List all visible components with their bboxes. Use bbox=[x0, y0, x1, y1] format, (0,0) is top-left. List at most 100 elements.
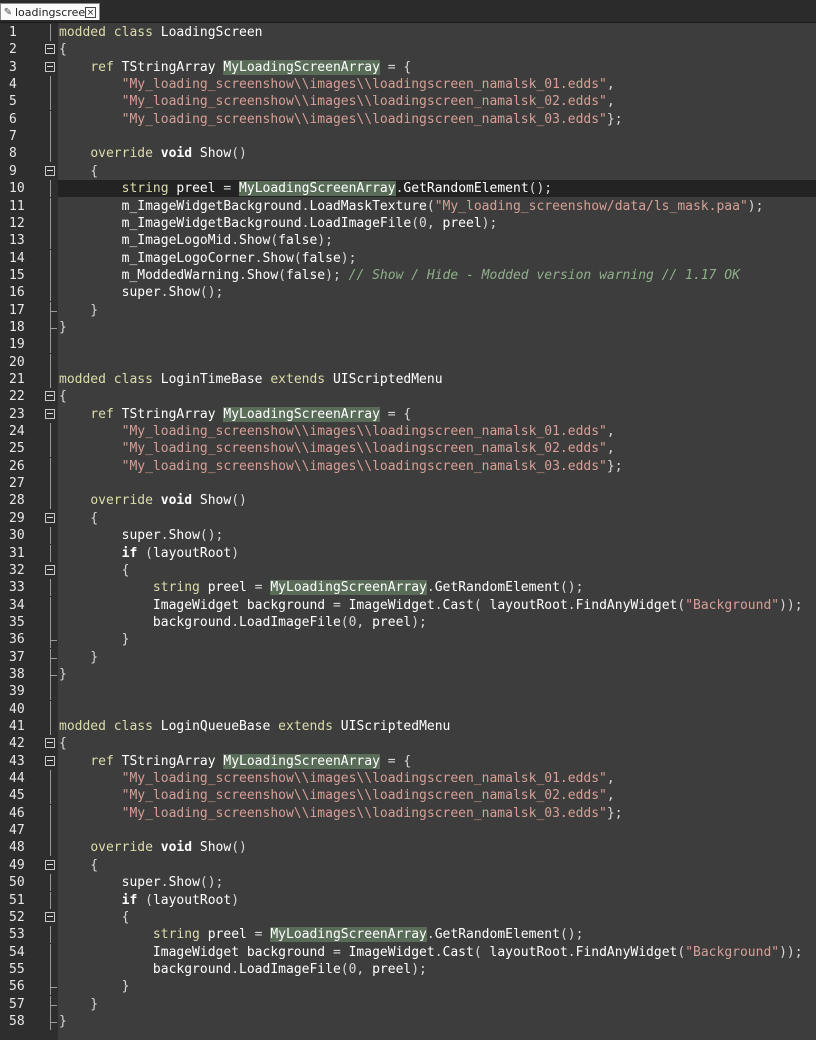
fold-end-mark bbox=[50, 657, 57, 659]
code-line[interactable]: "My_loading_screenshow\\images\\loadings… bbox=[58, 440, 816, 457]
fold-toggle-icon[interactable] bbox=[45, 408, 55, 419]
fold-toggle-icon[interactable] bbox=[45, 165, 55, 176]
line-number: 21 bbox=[9, 372, 25, 387]
code-line[interactable]: { bbox=[58, 163, 816, 180]
fold-toggle-icon[interactable] bbox=[45, 44, 55, 55]
code-line[interactable]: } bbox=[58, 996, 816, 1013]
line-number: 20 bbox=[9, 354, 25, 370]
code-line[interactable]: { bbox=[58, 735, 816, 752]
code-line[interactable]: { bbox=[58, 857, 816, 874]
code-line[interactable] bbox=[58, 354, 816, 371]
code-line[interactable]: super.Show(); bbox=[58, 874, 816, 891]
code-line[interactable]: override void Show() bbox=[58, 145, 816, 162]
line-number: 9 bbox=[9, 163, 17, 179]
line-number: 19 bbox=[9, 337, 25, 353]
fold-line bbox=[50, 284, 51, 302]
close-icon[interactable]: × bbox=[85, 6, 96, 18]
fold-toggle-icon[interactable] bbox=[45, 755, 55, 766]
code-line[interactable]: m_ImageWidgetBackground.LoadMaskTexture(… bbox=[58, 198, 816, 215]
fold-line bbox=[50, 492, 51, 510]
fold-line bbox=[50, 93, 51, 111]
code-line[interactable]: "My_loading_screenshow\\images\\loadings… bbox=[58, 458, 816, 475]
code-line[interactable]: ref TStringArray MyLoadingScreenArray = … bbox=[58, 59, 816, 76]
code-line[interactable]: ImageWidget background = ImageWidget.Cas… bbox=[58, 597, 816, 614]
line-number: 46 bbox=[9, 805, 25, 821]
code-line[interactable]: ref TStringArray MyLoadingScreenArray = … bbox=[58, 753, 816, 770]
code-line[interactable]: string preel = MyLoadingScreenArray.GetR… bbox=[58, 926, 816, 943]
code-line[interactable]: super.Show(); bbox=[58, 284, 816, 301]
code-line[interactable]: "My_loading_screenshow\\images\\loadings… bbox=[58, 787, 816, 804]
fold-toggle-icon[interactable] bbox=[45, 391, 55, 402]
fold-toggle-icon[interactable] bbox=[45, 564, 55, 575]
fold-line bbox=[50, 76, 51, 94]
code-editor-window: ✎ loadingscreen.c × 1 modded class Loadin… bbox=[0, 0, 816, 1040]
code-line[interactable]: "My_loading_screenshow\\images\\loadings… bbox=[58, 805, 816, 822]
fold-toggle-icon[interactable] bbox=[45, 859, 55, 870]
code-line[interactable]: ImageWidget background = ImageWidget.Cas… bbox=[58, 944, 816, 961]
code-line[interactable] bbox=[58, 336, 816, 353]
fold-end-mark bbox=[50, 674, 57, 676]
code-line[interactable]: } bbox=[58, 631, 816, 648]
code-line[interactable]: modded class LoginQueueBase extends UISc… bbox=[58, 718, 816, 735]
code-line[interactable] bbox=[58, 701, 816, 718]
line-number: 39 bbox=[9, 684, 25, 700]
code-line[interactable]: } bbox=[58, 978, 816, 995]
code-line[interactable]: modded class LoadingScreen bbox=[58, 24, 816, 41]
tab-loadingscreen[interactable]: ✎ loadingscreen.c × bbox=[0, 3, 100, 20]
code-line[interactable]: } bbox=[58, 649, 816, 666]
line-number: 25 bbox=[9, 441, 25, 457]
code-line[interactable]: string preel = MyLoadingScreenArray.GetR… bbox=[58, 180, 816, 198]
line-number: 7 bbox=[9, 129, 17, 145]
fold-toggle-icon[interactable] bbox=[45, 512, 55, 523]
code-line[interactable]: background.LoadImageFile(0, preel); bbox=[58, 961, 816, 978]
fold-line bbox=[50, 371, 51, 388]
code-line[interactable]: { bbox=[58, 510, 816, 527]
code-line[interactable]: override void Show() bbox=[58, 492, 816, 509]
code-line[interactable]: { bbox=[58, 41, 816, 58]
code-line[interactable]: "My_loading_screenshow\\images\\loadings… bbox=[58, 423, 816, 440]
code-line[interactable] bbox=[58, 128, 816, 145]
fold-line bbox=[50, 214, 51, 232]
line-number: 33 bbox=[9, 580, 25, 596]
code-line[interactable]: m_ModdedWarning.Show(false); // Show / H… bbox=[58, 267, 816, 284]
code-line[interactable]: ref TStringArray MyLoadingScreenArray = … bbox=[58, 406, 816, 423]
code-line[interactable]: "My_loading_screenshow\\images\\loadings… bbox=[58, 93, 816, 110]
code-line[interactable]: "My_loading_screenshow\\images\\loadings… bbox=[58, 770, 816, 787]
fold-toggle-icon[interactable] bbox=[45, 61, 55, 72]
fold-line bbox=[50, 440, 51, 458]
line-number: 50 bbox=[9, 875, 25, 891]
line-number: 49 bbox=[9, 857, 25, 873]
code-line[interactable]: } bbox=[58, 319, 816, 336]
code-line[interactable]: background.LoadImageFile(0, preel); bbox=[58, 614, 816, 631]
code-line[interactable]: } bbox=[58, 666, 816, 683]
code-line[interactable]: if (layoutRoot) bbox=[58, 545, 816, 562]
code-line[interactable]: "My_loading_screenshow\\images\\loadings… bbox=[58, 76, 816, 93]
fold-line bbox=[50, 266, 51, 284]
code-line[interactable]: m_ImageWidgetBackground.LoadImageFile(0,… bbox=[58, 215, 816, 232]
code-line[interactable]: override void Show() bbox=[58, 839, 816, 856]
code-line[interactable]: string preel = MyLoadingScreenArray.GetR… bbox=[58, 579, 816, 596]
fold-line bbox=[50, 943, 51, 961]
code-line[interactable]: { bbox=[58, 909, 816, 926]
line-number: 56 bbox=[9, 979, 25, 995]
code-line[interactable]: } bbox=[58, 302, 816, 319]
code-line[interactable]: } bbox=[58, 1013, 816, 1030]
code-line[interactable]: "My_loading_screenshow\\images\\loadings… bbox=[58, 111, 816, 128]
code-line[interactable]: modded class LoginTimeBase extends UIScr… bbox=[58, 371, 816, 388]
code-line[interactable]: m_ImageLogoMid.Show(false); bbox=[58, 232, 816, 249]
code-line[interactable]: m_ImageLogoCorner.Show(false); bbox=[58, 250, 816, 267]
code-line[interactable] bbox=[58, 822, 816, 839]
fold-line bbox=[50, 683, 51, 701]
fold-toggle-icon[interactable] bbox=[45, 911, 55, 922]
code-line[interactable]: super.Show(); bbox=[58, 527, 816, 544]
fold-line bbox=[50, 197, 51, 215]
tab-filename: loadingscreen.c bbox=[15, 5, 85, 19]
code-line[interactable]: { bbox=[58, 562, 816, 579]
code-line[interactable]: { bbox=[58, 388, 816, 405]
fold-toggle-icon[interactable] bbox=[45, 738, 55, 749]
fold-line bbox=[50, 24, 51, 41]
line-number: 22 bbox=[9, 389, 25, 405]
code-line[interactable] bbox=[58, 683, 816, 700]
code-line[interactable]: if (layoutRoot) bbox=[58, 892, 816, 909]
code-line[interactable] bbox=[58, 475, 816, 492]
